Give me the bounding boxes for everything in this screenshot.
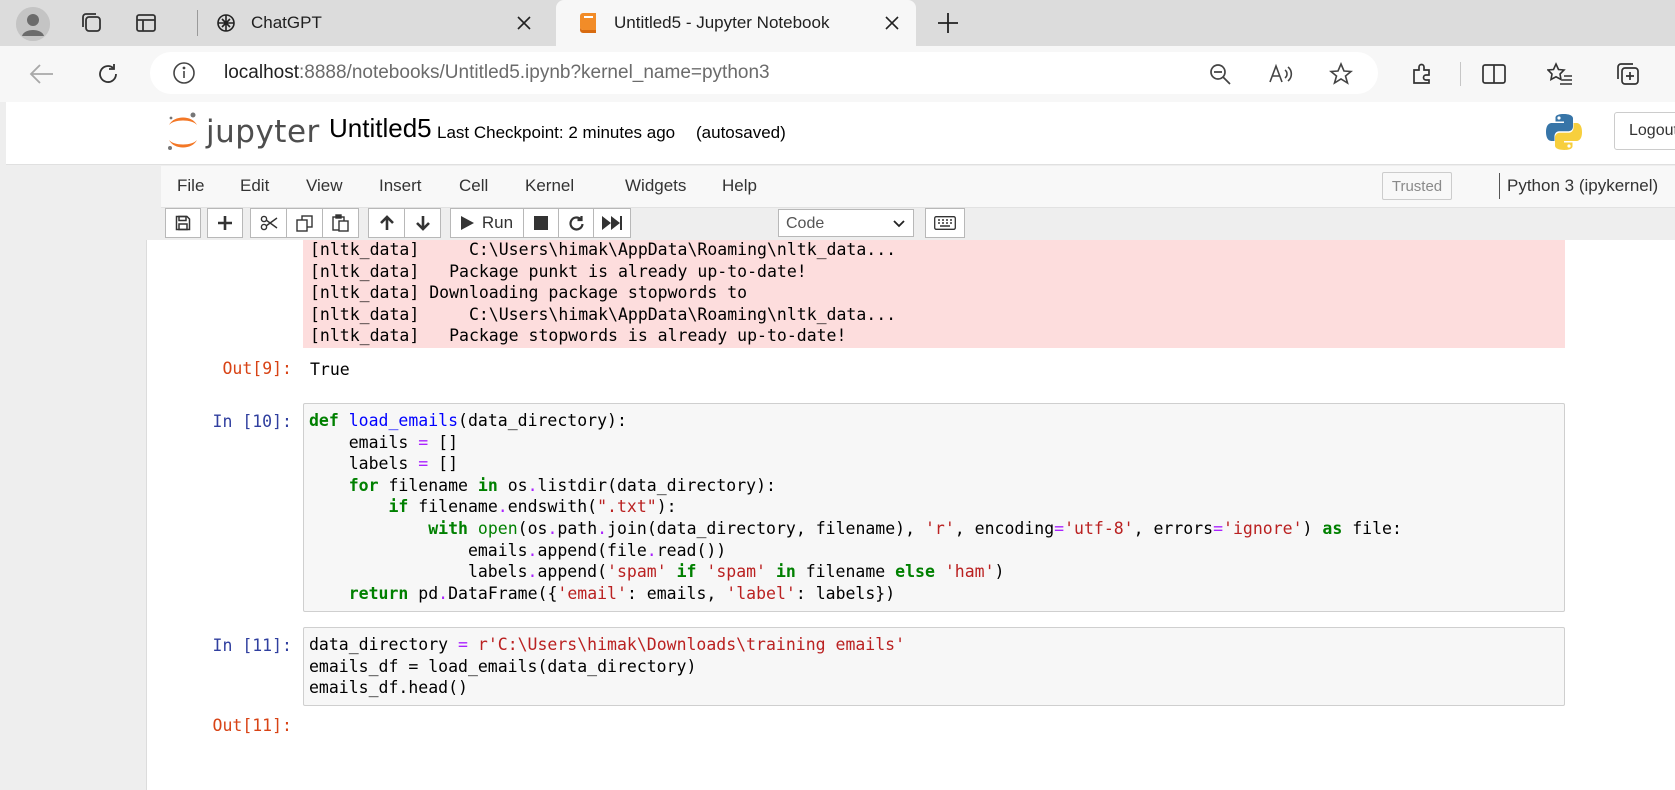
save-button[interactable] [165, 208, 201, 238]
tab-chatgpt[interactable]: ChatGPT [203, 0, 548, 46]
workspaces-icon[interactable] [76, 7, 108, 39]
menu-bar: File Edit View Insert Cell Kernel Widget… [161, 166, 1675, 208]
close-icon[interactable] [878, 9, 906, 37]
run-label: Run [481, 213, 514, 232]
cut-button[interactable] [250, 208, 287, 238]
extensions-icon[interactable] [1406, 58, 1438, 90]
kernel-separator [1499, 173, 1500, 199]
cell-output: True [310, 360, 350, 379]
move-up-button[interactable] [368, 208, 405, 238]
new-tab-plus-icon[interactable] [932, 7, 964, 39]
out-prompt: Out[9]: [222, 359, 292, 378]
menu-edit[interactable]: Edit [240, 176, 269, 196]
toolbar-separator [1460, 62, 1461, 86]
tab-title: ChatGPT [251, 13, 322, 32]
menu-file[interactable]: File [177, 176, 204, 196]
jupyter-header: jupyter Untitled5 Last Checkpoint: 2 min… [6, 102, 1675, 165]
trusted-indicator[interactable]: Trusted [1382, 172, 1452, 200]
favorites-list-icon[interactable] [1544, 58, 1576, 90]
close-icon[interactable] [510, 9, 538, 37]
cell-type-select[interactable]: Code [778, 209, 914, 237]
autosave-status: (autosaved) [696, 123, 786, 142]
interrupt-kernel-button[interactable] [523, 208, 559, 238]
stderr-line: [nltk_data] Package stopwords is already… [310, 326, 847, 346]
paste-button[interactable] [322, 208, 359, 238]
kernel-name[interactable]: Python 3 (ipykernel) [1507, 176, 1658, 196]
copy-button[interactable] [286, 208, 323, 238]
notebook-title[interactable]: Untitled5 [329, 113, 432, 144]
url-text: localhost:8888/notebooks/Untitled5.ipynb… [224, 62, 770, 83]
stderr-line: [nltk_data] Downloading package stopword… [310, 283, 748, 303]
cell-type-value: Code [786, 215, 825, 232]
restart-run-all-button[interactable] [593, 208, 631, 238]
jupyter-page: jupyter Untitled5 Last Checkpoint: 2 min… [6, 102, 1675, 790]
chatgpt-favicon-icon [215, 12, 237, 34]
notebook-toolbar: Run Code [161, 208, 1675, 240]
stderr-line: [nltk_data] C:\Users\himak\AppData\Roami… [310, 240, 897, 259]
code-cell-editor[interactable]: data_directory = r'C:\Users\himak\Downlo… [303, 627, 1565, 706]
logout-button[interactable]: Logout [1614, 112, 1675, 150]
restart-kernel-button[interactable] [558, 208, 594, 238]
address-bar[interactable]: localhost:8888/notebooks/Untitled5.ipynb… [150, 52, 1378, 94]
menu-widgets[interactable]: Widgets [625, 176, 686, 196]
read-aloud-icon[interactable] [1268, 61, 1294, 87]
menu-kernel[interactable]: Kernel [525, 176, 574, 196]
zoom-out-icon[interactable] [1207, 61, 1233, 87]
stderr-output: [nltk_data] C:\Users\himak\AppData\Roami… [303, 240, 1565, 348]
chevron-down-icon [893, 220, 905, 228]
move-down-button[interactable] [404, 208, 441, 238]
tab-jupyter[interactable]: Untitled5 - Jupyter Notebook [556, 0, 916, 46]
code-cell-editor[interactable]: def load_emails(data_directory): emails … [303, 403, 1565, 612]
tab-actions-icon[interactable] [130, 7, 162, 39]
out-prompt: Out[11]: [212, 716, 292, 735]
jupyter-logo-text: jupyter [206, 114, 320, 150]
notebook-container: [nltk_data] C:\Users\himak\AppData\Roami… [146, 240, 1675, 790]
stderr-line: [nltk_data] C:\Users\himak\AppData\Roami… [310, 304, 897, 324]
split-screen-icon[interactable] [1478, 58, 1510, 90]
command-palette-button[interactable] [925, 208, 965, 238]
python-logo-icon [1544, 112, 1584, 152]
in-prompt: In [11]: [212, 636, 292, 655]
browser-address-row: localhost:8888/notebooks/Untitled5.ipynb… [0, 46, 1675, 102]
last-checkpoint: Last Checkpoint: 2 minutes ago [437, 123, 676, 142]
notebook-favicon-icon [578, 12, 600, 34]
profile-avatar-icon[interactable] [16, 7, 50, 41]
menu-help[interactable]: Help [722, 176, 757, 196]
menu-view[interactable]: View [306, 176, 343, 196]
menu-cell[interactable]: Cell [459, 176, 488, 196]
back-arrow-icon[interactable] [26, 58, 58, 90]
jupyter-logo[interactable]: jupyter [166, 110, 320, 154]
run-button[interactable]: Run [450, 208, 524, 238]
browser-tab-strip: ChatGPT Untitled5 - Jupyter Notebook [0, 0, 1675, 46]
favorite-star-icon[interactable] [1328, 61, 1354, 87]
refresh-icon[interactable] [92, 58, 124, 90]
stderr-line: [nltk_data] Package punkt is already up-… [310, 261, 807, 281]
tab-title: Untitled5 - Jupyter Notebook [614, 13, 830, 32]
insert-cell-button[interactable] [207, 208, 243, 238]
site-info-icon[interactable] [172, 61, 196, 85]
tab-separator [197, 10, 198, 36]
in-prompt: In [10]: [212, 412, 292, 431]
collections-icon[interactable] [1612, 58, 1644, 90]
menu-insert[interactable]: Insert [379, 176, 422, 196]
